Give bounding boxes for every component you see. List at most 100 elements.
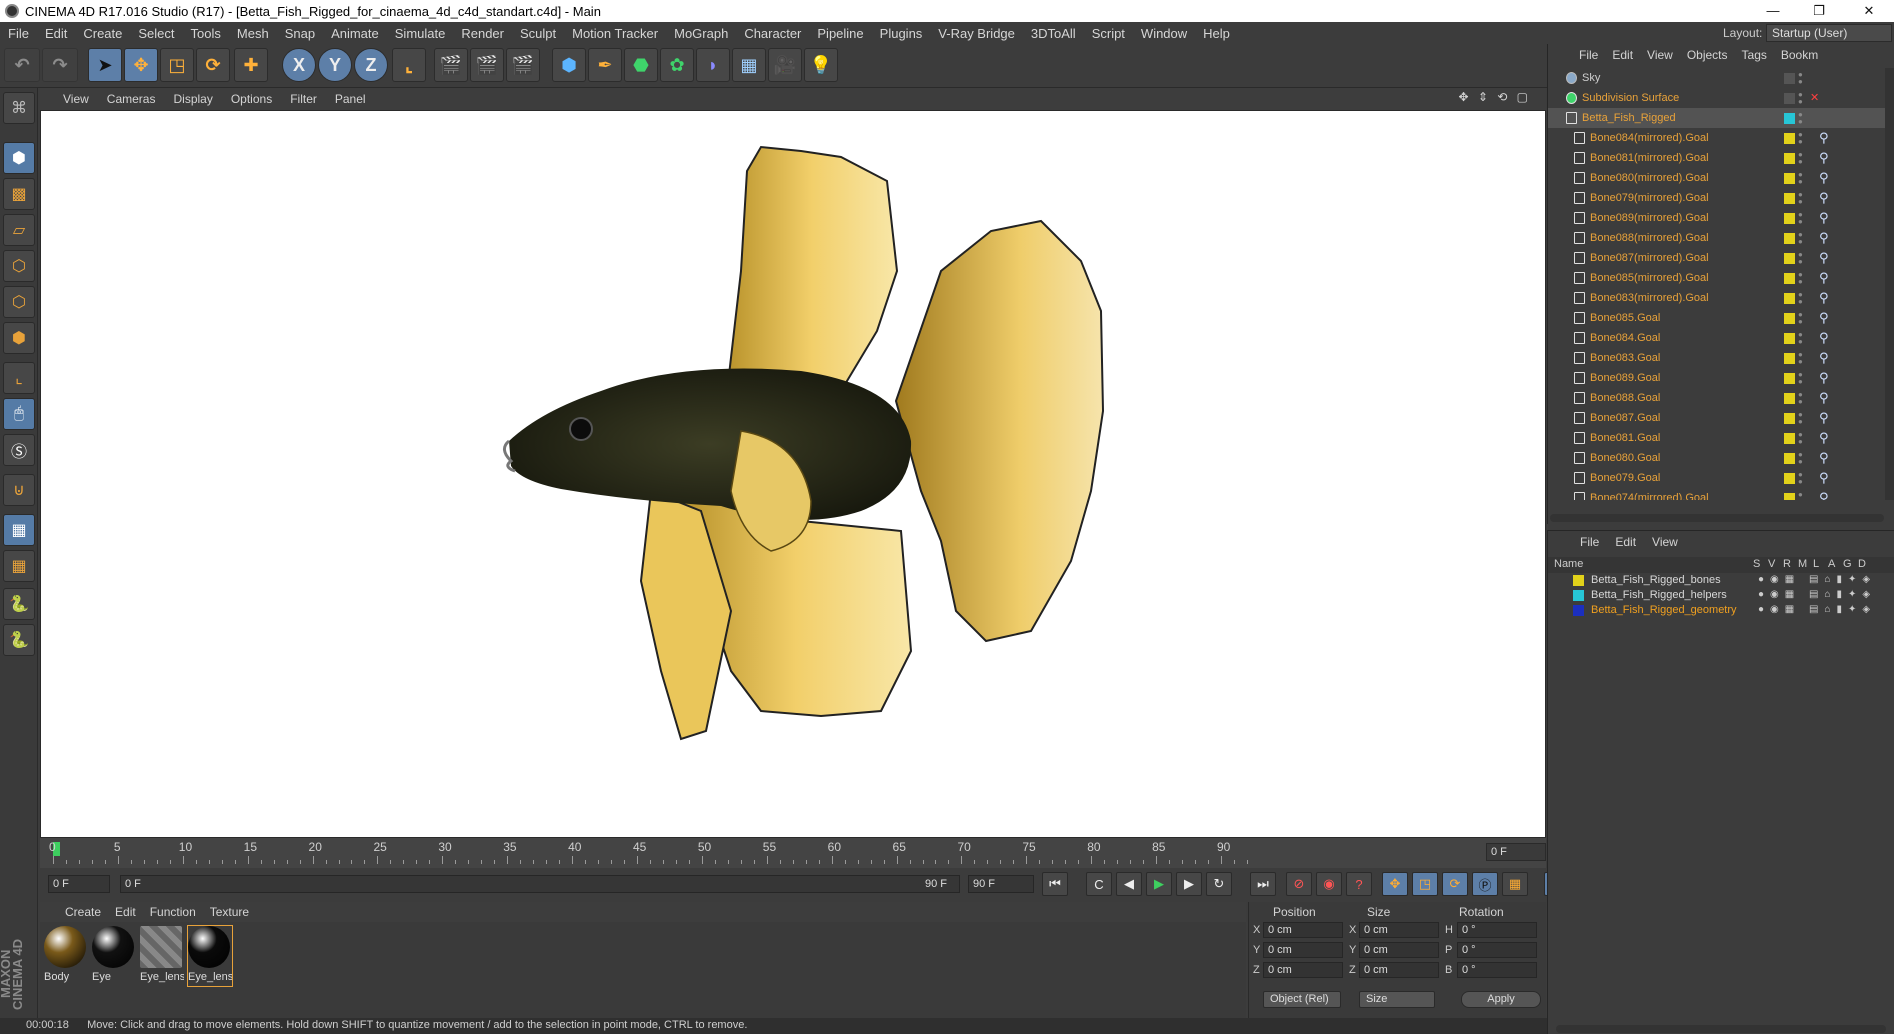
add-spline-button[interactable]: ✒ (588, 48, 622, 82)
layer-color-tag[interactable] (1784, 393, 1795, 404)
points-mode-button[interactable]: ⬡ (3, 250, 35, 282)
coord-pos-field[interactable]: 0 cm (1263, 922, 1343, 938)
object-list-horizontal-scrollbar[interactable] (1550, 514, 1884, 522)
layer-color-tag[interactable] (1784, 353, 1795, 364)
layer-row[interactable]: Betta_Fish_Rigged_bones ●◉▦ ▤⌂▮✦◈ (1548, 573, 1894, 588)
keyframe-selection-button[interactable]: ? (1346, 872, 1372, 896)
layer-color-tag[interactable] (1784, 133, 1795, 144)
python-script-button[interactable]: 🐍 (3, 588, 35, 620)
layer-color-tag[interactable] (1784, 313, 1795, 324)
y-axis-button[interactable]: Y (318, 48, 352, 82)
close-button[interactable]: ✕ (1846, 0, 1892, 22)
viewport-menu-options[interactable]: Options (222, 92, 281, 106)
object-menu-edit[interactable]: Edit (1605, 48, 1640, 62)
visibility-dots[interactable]: ●● (1798, 351, 1803, 366)
visibility-dots[interactable]: ●● (1798, 411, 1803, 426)
layer-color-tag[interactable] (1784, 373, 1795, 384)
layer-color-tag[interactable] (1784, 493, 1795, 500)
ik-tag-icon[interactable]: ⚲ (1819, 470, 1829, 486)
menu-item-select[interactable]: Select (130, 26, 182, 41)
play-button[interactable]: ▶ (1146, 872, 1172, 896)
layer-color-tag[interactable] (1784, 253, 1795, 264)
layer-color-tag[interactable] (1784, 193, 1795, 204)
menu-item-tools[interactable]: Tools (183, 26, 229, 41)
lock-workplane-button[interactable]: ▦ (3, 514, 35, 546)
x-axis-button[interactable]: X (282, 48, 316, 82)
layer-color-tag[interactable] (1784, 233, 1795, 244)
snap-button[interactable]: Ⓢ (3, 434, 35, 466)
layer-toggle-icons[interactable]: ●◉▦ ▤⌂▮✦◈ (1758, 589, 1876, 600)
layer-color-swatch[interactable] (1573, 605, 1584, 616)
ik-tag-icon[interactable]: ⚲ (1819, 390, 1829, 406)
workplane-mode-button[interactable]: ▱ (3, 214, 35, 246)
visibility-dots[interactable]: ●● (1798, 231, 1803, 246)
record-parameter-button[interactable]: Ⓟ (1472, 872, 1498, 896)
object-row[interactable]: Bone087.Goal ● ● ⚲ (1548, 408, 1886, 428)
menu-item-animate[interactable]: Animate (323, 26, 387, 41)
layer-empty-tag[interactable] (1784, 73, 1795, 84)
menu-item-3dtoall[interactable]: 3DToAll (1023, 26, 1084, 41)
ik-tag-icon[interactable]: ⚲ (1819, 330, 1829, 346)
visibility-dots[interactable]: ●● (1798, 451, 1803, 466)
record-pla-button[interactable]: ▦ (1502, 872, 1528, 896)
coord-pos-field[interactable]: 0 cm (1263, 962, 1343, 978)
menu-item-help[interactable]: Help (1195, 26, 1238, 41)
layer-row[interactable]: Betta_Fish_Rigged_helpers ●◉▦ ▤⌂▮✦◈ (1548, 588, 1894, 603)
material-menu-function[interactable]: Function (143, 905, 203, 919)
layer-color-swatch[interactable] (1573, 590, 1584, 601)
viewport-menu-filter[interactable]: Filter (281, 92, 326, 106)
visibility-dots[interactable]: ●● (1798, 111, 1803, 126)
menu-item-mograph[interactable]: MoGraph (666, 26, 736, 41)
apply-button[interactable]: Apply (1461, 991, 1541, 1008)
add-floor-button[interactable]: ▦ (732, 48, 766, 82)
redo-button[interactable]: ↷ (42, 48, 78, 82)
material-swatch[interactable]: Eye (92, 926, 136, 986)
ik-tag-icon[interactable]: ⚲ (1819, 170, 1829, 186)
menu-item-create[interactable]: Create (75, 26, 130, 41)
menu-item-mesh[interactable]: Mesh (229, 26, 277, 41)
object-row[interactable]: Bone085.Goal ● ● ⚲ (1548, 308, 1886, 328)
coord-size-field[interactable]: 0 cm (1359, 962, 1439, 978)
viewport-menu-panel[interactable]: Panel (326, 92, 375, 106)
layer-menu-edit[interactable]: Edit (1607, 535, 1644, 549)
object-row[interactable]: Bone083.Goal ● ● ⚲ (1548, 348, 1886, 368)
last-tool-button[interactable]: ✚ (234, 48, 268, 82)
layer-color-tag[interactable] (1784, 213, 1795, 224)
add-subdivision-button[interactable]: ⬣ (624, 48, 658, 82)
magnet-button[interactable]: ⊍ (3, 474, 35, 506)
current-frame-field[interactable]: 0 F (48, 875, 110, 893)
visibility-dots[interactable]: ●● (1798, 471, 1803, 486)
material-swatch[interactable]: Eye_lens (187, 925, 233, 987)
scale-tool-button[interactable]: ◳ (160, 48, 194, 82)
max-frame-field[interactable]: 90 F (968, 875, 1034, 893)
next-frame-button[interactable]: ▶ (1176, 872, 1202, 896)
ik-tag-icon[interactable]: ⚲ (1819, 230, 1829, 246)
coord-rot-field[interactable]: 0 ° (1457, 962, 1537, 978)
ik-tag-icon[interactable]: ⚲ (1819, 310, 1829, 326)
3d-viewport[interactable] (40, 110, 1546, 838)
layer-color-tag[interactable] (1784, 453, 1795, 464)
model-mode-button[interactable]: ⬢ (3, 142, 35, 174)
object-menu-bookm[interactable]: Bookm (1774, 48, 1825, 62)
viewport-menu-display[interactable]: Display (164, 92, 221, 106)
visibility-dots[interactable]: ●● (1798, 291, 1803, 306)
previous-frame-button[interactable]: ◀ (1116, 872, 1142, 896)
record-position-button[interactable]: ✥ (1382, 872, 1408, 896)
coord-rot-field[interactable]: 0 ° (1457, 942, 1537, 958)
workplane-grid-button[interactable]: ▦ (3, 550, 35, 582)
menu-item-edit[interactable]: Edit (37, 26, 75, 41)
layer-color-tag[interactable] (1784, 293, 1795, 304)
visibility-dots[interactable]: ●● (1798, 271, 1803, 286)
ik-tag-icon[interactable]: ⚲ (1819, 490, 1829, 500)
layer-color-tag[interactable] (1784, 273, 1795, 284)
object-row[interactable]: Bone074(mirrored).Goal ●● ⚲ (1548, 488, 1886, 500)
make-editable-button[interactable]: ⌘ (3, 92, 35, 124)
object-row[interactable]: Sky ● ● (1548, 68, 1886, 88)
timeline-end-field[interactable]: 0 F (1486, 843, 1546, 861)
texture-mode-button[interactable]: ▩ (3, 178, 35, 210)
layer-row[interactable]: Betta_Fish_Rigged_geometry ●◉▦ ▤⌂▮✦◈ (1548, 603, 1894, 618)
object-row[interactable]: Bone083(mirrored).Goal ● ● ⚲ (1548, 288, 1886, 308)
layer-color-swatch[interactable] (1573, 575, 1584, 586)
move-tool-button[interactable]: ✥ (124, 48, 158, 82)
menu-item-plugins[interactable]: Plugins (872, 26, 931, 41)
